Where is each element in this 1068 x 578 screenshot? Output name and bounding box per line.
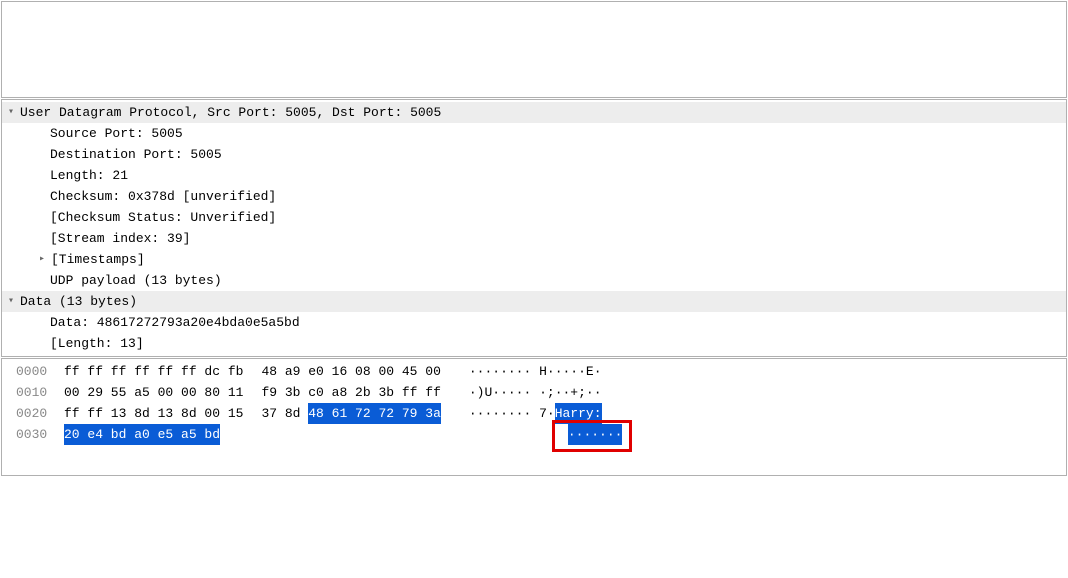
hex-offset: 0010 <box>2 382 56 403</box>
packet-bytes-pane[interactable]: 0000 ff ff ff ff ff ff dc fb 48 a9 e0 16… <box>1 358 1067 476</box>
data-length-row[interactable]: ▾ [Length: 13] <box>2 333 1066 354</box>
udp-node[interactable]: ▾ User Datagram Protocol, Src Port: 5005… <box>2 102 1066 123</box>
hex-offset: 0020 <box>2 403 56 424</box>
udp-payload-text: UDP payload (13 bytes) <box>50 270 222 291</box>
data-value-text: Data: 48617272793a20e4bda0e5a5bd <box>50 312 300 333</box>
top-blank-pane <box>1 1 1067 98</box>
data-header-text: Data (13 bytes) <box>20 291 137 312</box>
checksum-row[interactable]: ▾ Checksum: 0x378d [unverified] <box>2 186 1066 207</box>
checksum-text: Checksum: 0x378d [unverified] <box>50 186 276 207</box>
length-text: Length: 21 <box>50 165 128 186</box>
data-node[interactable]: ▾ Data (13 bytes) <box>2 291 1066 312</box>
ascii-text <box>560 424 568 445</box>
timestamps-text: [Timestamps] <box>51 249 145 270</box>
hex-bytes: ff ff ff ff ff ff dc fb <box>64 361 243 382</box>
chevron-down-icon[interactable]: ▾ <box>2 291 20 312</box>
udp-payload-row[interactable]: ▾ UDP payload (13 bytes) <box>2 270 1066 291</box>
length-row[interactable]: ▾ Length: 21 <box>2 165 1066 186</box>
hex-bytes: f9 3b c0 a8 2b 3b ff ff <box>261 382 440 403</box>
src-port-row[interactable]: ▾ Source Port: 5005 <box>2 123 1066 144</box>
chevron-down-icon[interactable]: ▾ <box>2 102 20 123</box>
stream-index-row[interactable]: ▾ [Stream index: 39] <box>2 228 1066 249</box>
timestamps-row[interactable]: ▾ ▸ [Timestamps] <box>2 249 1066 270</box>
hex-row[interactable]: 0000 ff ff ff ff ff ff dc fb 48 a9 e0 16… <box>2 361 1066 382</box>
hex-bytes: ff ff 13 8d 13 8d 00 15 <box>64 403 243 424</box>
ascii-text: ········ H·····E· <box>469 361 602 382</box>
hex-bytes: 00 29 55 a5 00 00 80 11 <box>64 382 243 403</box>
checksum-status-text: [Checksum Status: Unverified] <box>50 207 276 228</box>
hex-bytes: 37 8d <box>261 403 308 424</box>
stream-index-text: [Stream index: 39] <box>50 228 190 249</box>
ascii-text: ········ 7· <box>469 403 555 424</box>
checksum-status-row[interactable]: ▾ [Checksum Status: Unverified] <box>2 207 1066 228</box>
data-value-row[interactable]: ▾ Data: 48617272793a20e4bda0e5a5bd <box>2 312 1066 333</box>
ascii-text: ·)U····· ·;··+;·· <box>469 382 602 403</box>
dst-port-text: Destination Port: 5005 <box>50 144 222 165</box>
hex-row[interactable]: 0020 ff ff 13 8d 13 8d 00 15 37 8d 48 61… <box>2 403 1066 424</box>
ascii-text-selected: Harry: <box>555 403 602 424</box>
packet-details-pane[interactable]: ▾ User Datagram Protocol, Src Port: 5005… <box>1 99 1067 357</box>
hex-offset: 0000 <box>2 361 56 382</box>
hex-row[interactable]: 0030 20 e4 bd a0 e5 a5 bd ······· <box>2 424 1066 445</box>
data-length-text: [Length: 13] <box>50 333 144 354</box>
chevron-right-icon[interactable]: ▸ <box>33 249 51 270</box>
hex-bytes-selected: 20 e4 bd a0 e5 a5 bd <box>64 424 220 445</box>
hex-offset: 0030 <box>2 424 56 445</box>
hex-bytes-selected: 48 61 72 72 79 3a <box>308 403 441 424</box>
hex-row[interactable]: 0010 00 29 55 a5 00 00 80 11 f9 3b c0 a8… <box>2 382 1066 403</box>
ascii-text-selected: ······· <box>568 424 623 445</box>
udp-header-text: User Datagram Protocol, Src Port: 5005, … <box>20 102 441 123</box>
dst-port-row[interactable]: ▾ Destination Port: 5005 <box>2 144 1066 165</box>
hex-bytes: 48 a9 e0 16 08 00 45 00 <box>261 361 440 382</box>
src-port-text: Source Port: 5005 <box>50 123 183 144</box>
